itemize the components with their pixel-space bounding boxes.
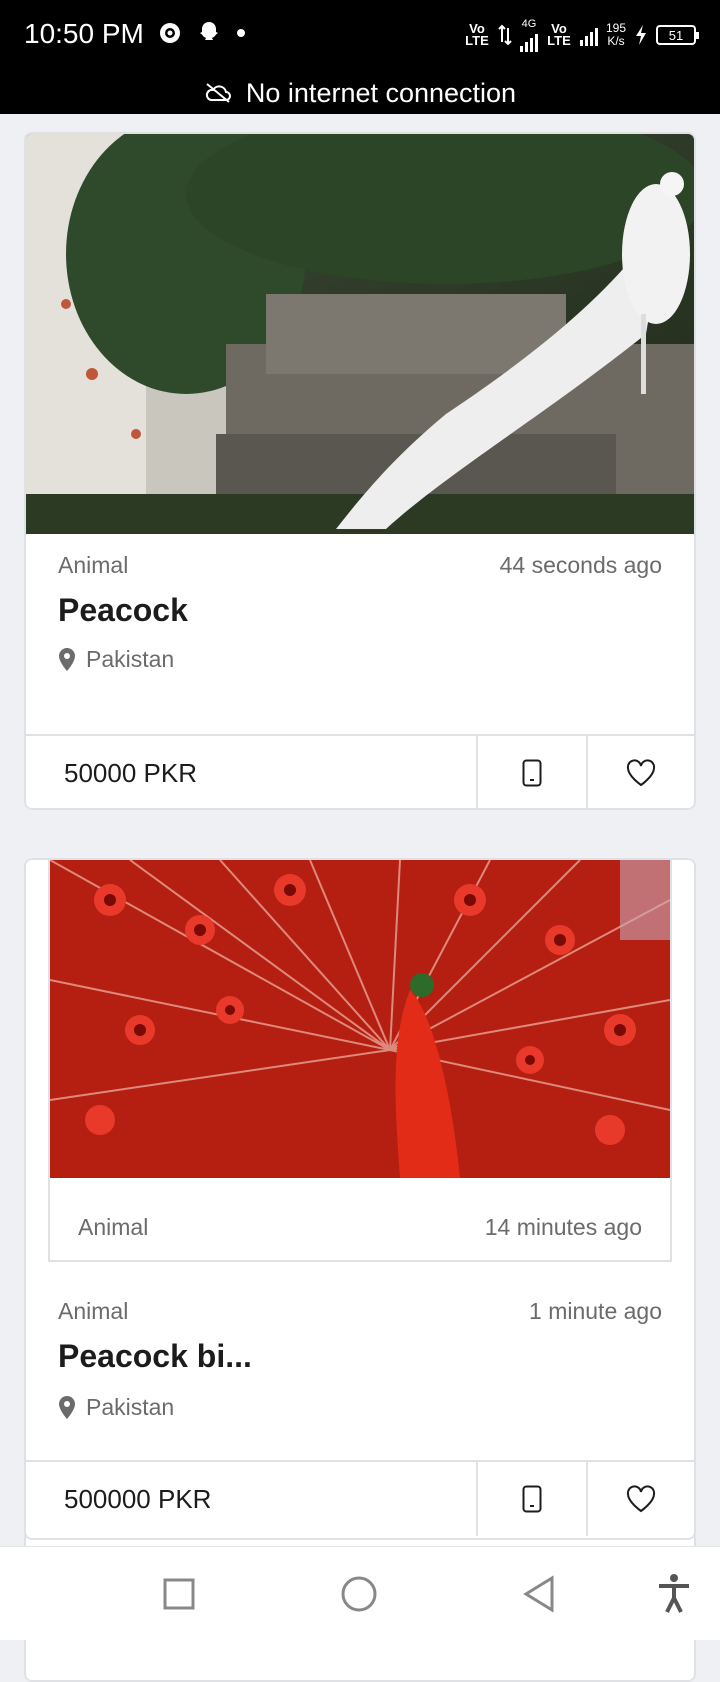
- listing-card[interactable]: Animal 44 seconds ago Peacock Pakistan 5…: [24, 132, 696, 810]
- no-connection-text: No internet connection: [245, 77, 517, 108]
- location-pin-icon: [59, 647, 75, 671]
- listing-category: Animal: [78, 1214, 149, 1240]
- listing-time: 1 minute ago: [529, 1298, 662, 1324]
- status-bar: 10:50 PM Vo LTE 4G Vo LTE 195 K/s 51: [0, 0, 720, 72]
- volte2-icon: Vo LTE: [547, 21, 571, 48]
- home-circle-icon[interactable]: [340, 1575, 378, 1613]
- listing-image-white-peacock[interactable]: [26, 134, 694, 534]
- listing-title[interactable]: Peacock bi...: [58, 1338, 252, 1375]
- network-type-label: 4G: [521, 18, 537, 30]
- call-button[interactable]: [478, 736, 588, 808]
- net-speed-unit: K/s: [607, 34, 625, 48]
- listing-category: Animal: [58, 1298, 129, 1324]
- battery-icon: 51: [656, 25, 699, 45]
- listing-price: 50000 PKR: [26, 736, 478, 808]
- listing-location: Pakistan: [86, 646, 175, 672]
- accessibility-icon[interactable]: [656, 1573, 692, 1615]
- signal-icon: [519, 30, 538, 52]
- snapchat-icon: [200, 22, 218, 40]
- phone-icon: [522, 1485, 542, 1513]
- phone-icon: [522, 759, 542, 787]
- listing-card-behind[interactable]: Animal 14 minutes ago: [48, 858, 672, 1262]
- favorite-button[interactable]: [588, 736, 694, 808]
- cloud-off-icon: [205, 83, 231, 103]
- heart-icon: [626, 759, 656, 787]
- listing-image-red-peacock[interactable]: [50, 860, 670, 1178]
- listing-time: 44 seconds ago: [499, 552, 662, 578]
- signal2-icon: [579, 24, 598, 46]
- call-button[interactable]: [478, 1462, 588, 1536]
- browser-icon: [160, 23, 180, 43]
- notification-dot-icon: [237, 29, 245, 37]
- volte-icon: Vo LTE: [465, 21, 489, 48]
- back-triangle-icon[interactable]: [522, 1575, 556, 1613]
- listing-card[interactable]: Animal 1 minute ago Peacock bi... Pakist…: [24, 1262, 696, 1540]
- status-time: 10:50 PM: [24, 18, 144, 49]
- listing-title[interactable]: Peacock: [58, 592, 188, 629]
- listing-time: 14 minutes ago: [484, 1214, 642, 1240]
- no-connection-banner: No internet connection: [0, 72, 720, 114]
- heart-icon: [626, 1485, 656, 1513]
- charging-icon: [636, 25, 646, 45]
- system-nav-bar: [0, 1546, 720, 1640]
- recents-square-icon[interactable]: [162, 1577, 196, 1611]
- listing-location: Pakistan: [86, 1394, 175, 1420]
- location-pin-icon: [59, 1395, 75, 1419]
- data-arrows-icon: [498, 24, 512, 46]
- favorite-button[interactable]: [588, 1462, 694, 1536]
- listing-price: 500000 PKR: [26, 1462, 478, 1536]
- listing-category: Animal: [58, 552, 129, 578]
